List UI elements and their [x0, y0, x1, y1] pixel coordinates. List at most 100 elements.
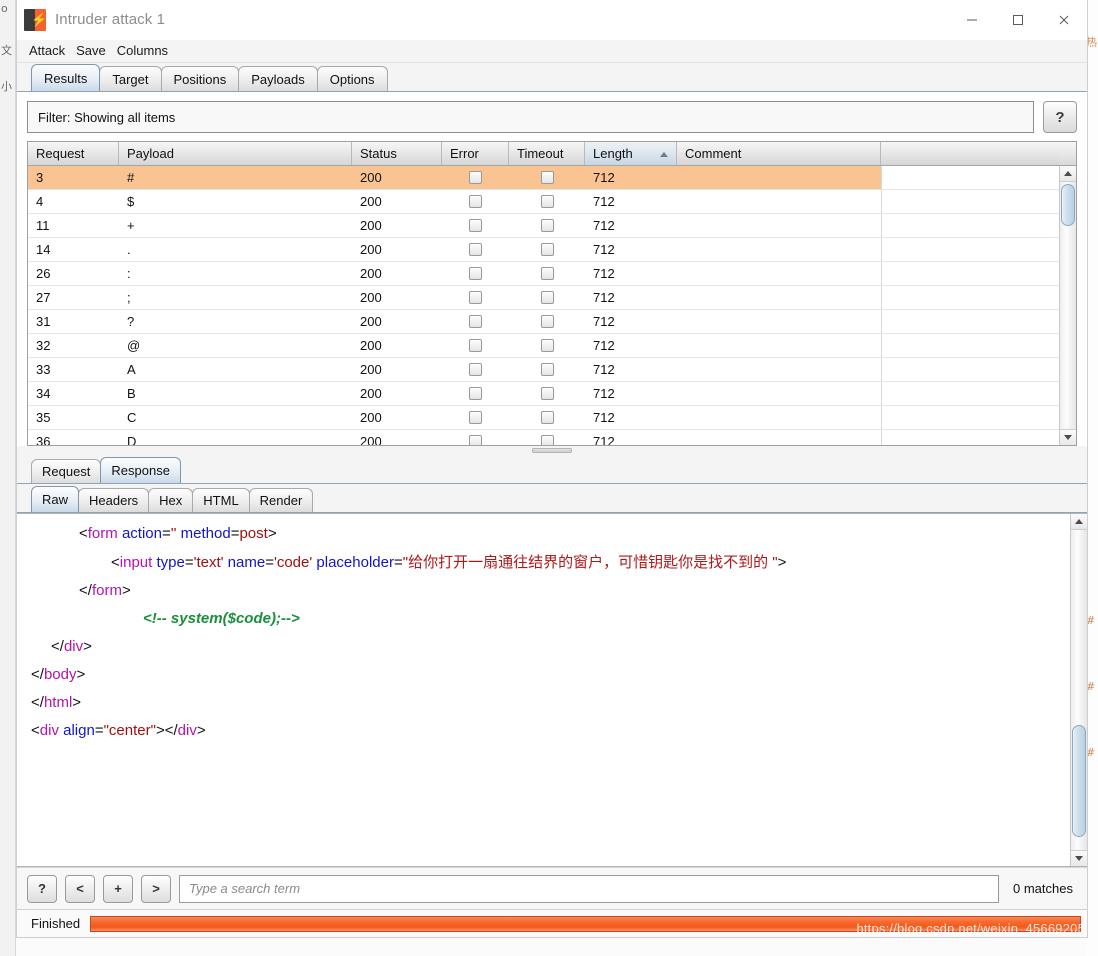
title-bar[interactable]: ⚡ Intruder attack 1 — [17, 0, 1087, 40]
checkbox-icon[interactable] — [469, 171, 482, 184]
cell-timeout[interactable] — [509, 214, 585, 237]
cell-timeout[interactable] — [509, 166, 585, 189]
checkbox-icon[interactable] — [469, 411, 482, 424]
filter-bar[interactable]: Filter: Showing all items — [27, 101, 1034, 133]
response-scroll-thumb[interactable] — [1072, 725, 1086, 837]
checkbox-icon[interactable] — [469, 195, 482, 208]
checkbox-icon[interactable] — [469, 363, 482, 376]
tab-payloads[interactable]: Payloads — [238, 66, 318, 91]
cell-timeout[interactable] — [509, 430, 585, 445]
column-header-timeout[interactable]: Timeout — [509, 142, 585, 165]
cell-timeout[interactable] — [509, 262, 585, 285]
response-scroll-up-button[interactable] — [1071, 514, 1087, 530]
maximize-button[interactable] — [995, 0, 1041, 39]
table-row[interactable]: 36 D 200 712 — [28, 430, 1059, 445]
tab-options[interactable]: Options — [316, 66, 388, 91]
search-add-button[interactable]: + — [103, 874, 133, 903]
tab-raw[interactable]: Raw — [31, 486, 80, 512]
table-row[interactable]: 31? 200 712 — [28, 310, 1059, 334]
checkbox-icon[interactable] — [540, 363, 554, 376]
results-scroll-thumb[interactable] — [1061, 184, 1075, 226]
checkbox-icon[interactable] — [540, 243, 554, 256]
cell-error[interactable] — [442, 166, 509, 189]
cell-error[interactable] — [442, 238, 509, 261]
splitter-grip[interactable] — [532, 448, 572, 453]
table-row[interactable]: 14. 200 712 — [28, 238, 1059, 262]
table-row[interactable]: 3 #200 712 — [28, 166, 1059, 190]
cell-error[interactable] — [442, 286, 509, 309]
table-row[interactable]: 33 A 200 712 — [28, 358, 1059, 382]
results-vertical-scrollbar[interactable] — [1059, 166, 1076, 445]
checkbox-icon[interactable] — [540, 291, 554, 304]
results-scroll-track[interactable] — [1060, 182, 1076, 429]
cell-timeout[interactable] — [509, 358, 585, 381]
tab-hex[interactable]: Hex — [148, 488, 194, 512]
menu-item-attack[interactable]: Attack — [26, 42, 72, 60]
checkbox-icon[interactable] — [540, 387, 554, 400]
response-scroll-down-button[interactable] — [1071, 850, 1087, 866]
tab-results[interactable]: Results — [31, 64, 101, 91]
cell-timeout[interactable] — [509, 190, 585, 213]
cell-error[interactable] — [442, 382, 509, 405]
checkbox-icon[interactable] — [469, 339, 482, 352]
filter-help-button[interactable]: ? — [1043, 101, 1077, 133]
checkbox-icon[interactable] — [540, 171, 554, 184]
checkbox-icon[interactable] — [540, 435, 554, 445]
cell-timeout[interactable] — [509, 382, 585, 405]
response-code-text[interactable]: <form action='' method=post> <input type=… — [17, 514, 1070, 866]
checkbox-icon[interactable] — [469, 243, 482, 256]
table-row[interactable]: 27; 200 712 — [28, 286, 1059, 310]
table-row[interactable]: 32 @200 712 — [28, 334, 1059, 358]
column-header-payload[interactable]: Payload — [119, 142, 352, 165]
checkbox-icon[interactable] — [469, 315, 482, 328]
tab-html[interactable]: HTML — [192, 488, 250, 512]
checkbox-icon[interactable] — [540, 339, 554, 352]
cell-timeout[interactable] — [509, 406, 585, 429]
background-window-left-edge[interactable]: o 文 小 — [0, 0, 16, 956]
search-help-button[interactable]: ? — [27, 874, 57, 903]
checkbox-icon[interactable] — [469, 219, 482, 232]
cell-error[interactable] — [442, 190, 509, 213]
column-header-comment[interactable]: Comment — [677, 142, 881, 165]
scroll-up-button[interactable] — [1060, 166, 1076, 182]
tab-request[interactable]: Request — [31, 459, 102, 483]
checkbox-icon[interactable] — [469, 267, 482, 280]
cell-error[interactable] — [442, 334, 509, 357]
cell-timeout[interactable] — [509, 334, 585, 357]
search-previous-button[interactable]: < — [65, 874, 95, 903]
checkbox-icon[interactable] — [540, 267, 554, 280]
cell-timeout[interactable] — [509, 238, 585, 261]
column-header-length[interactable]: Length — [585, 142, 677, 165]
scroll-down-button[interactable] — [1060, 429, 1076, 445]
cell-error[interactable] — [442, 406, 509, 429]
cell-error[interactable] — [442, 262, 509, 285]
tab-target[interactable]: Target — [99, 66, 162, 91]
response-scroll-track[interactable] — [1071, 530, 1087, 850]
search-next-button[interactable]: > — [141, 874, 171, 903]
tab-positions[interactable]: Positions — [160, 66, 240, 91]
cell-error[interactable] — [442, 310, 509, 333]
minimize-button[interactable] — [949, 0, 995, 39]
menu-item-save[interactable]: Save — [73, 42, 113, 60]
column-header-error[interactable]: Error — [442, 142, 509, 165]
tab-response[interactable]: Response — [100, 457, 181, 483]
menu-item-columns[interactable]: Columns — [114, 42, 175, 60]
cell-timeout[interactable] — [509, 310, 585, 333]
cell-error[interactable] — [442, 358, 509, 381]
table-row[interactable]: 34 B 200 712 — [28, 382, 1059, 406]
cell-timeout[interactable] — [509, 286, 585, 309]
checkbox-icon[interactable] — [540, 315, 554, 328]
search-input[interactable]: Type a search term — [179, 874, 1000, 903]
column-header-request[interactable]: Request — [28, 142, 119, 165]
table-row[interactable]: 26: 200 712 — [28, 262, 1059, 286]
table-row[interactable]: 4 $200 712 — [28, 190, 1059, 214]
close-button[interactable] — [1041, 0, 1087, 39]
checkbox-icon[interactable] — [469, 291, 482, 304]
column-header-status[interactable]: Status — [352, 142, 442, 165]
checkbox-icon[interactable] — [469, 435, 482, 445]
cell-error[interactable] — [442, 214, 509, 237]
tab-headers[interactable]: Headers — [78, 488, 150, 512]
checkbox-icon[interactable] — [540, 219, 554, 232]
horizontal-splitter[interactable] — [17, 446, 1087, 456]
checkbox-icon[interactable] — [469, 387, 482, 400]
